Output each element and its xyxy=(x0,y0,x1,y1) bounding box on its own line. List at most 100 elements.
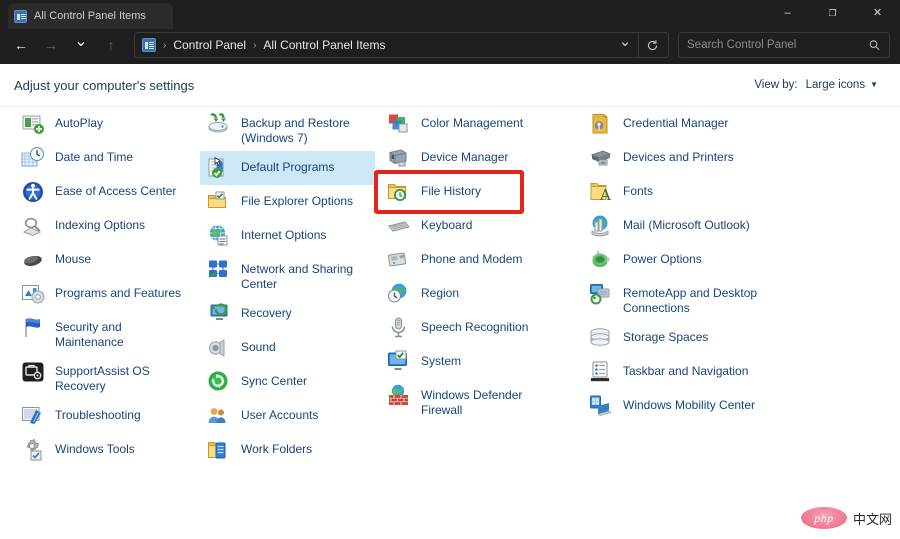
control-panel-item-keyboard[interactable]: Keyboard xyxy=(380,209,575,243)
file-explorer-options-icon xyxy=(207,190,231,214)
control-panel-item-mail-microsoft-outlook[interactable]: Mail (Microsoft Outlook) xyxy=(582,209,812,243)
view-by-value: Large icons xyxy=(805,79,866,91)
view-by-dropdown[interactable]: Large icons ▼ xyxy=(806,79,878,91)
control-panel-item-label: Ease of Access Center xyxy=(55,184,177,198)
back-button[interactable]: ← xyxy=(6,31,36,59)
control-panel-item-system[interactable]: System xyxy=(380,345,575,379)
control-panel-item-label: Region xyxy=(421,286,460,300)
close-icon: ✕ xyxy=(872,6,883,19)
remoteapp-and-desktop-connections-icon xyxy=(589,282,613,306)
search-icon[interactable] xyxy=(868,39,881,52)
windows-mobility-center-icon xyxy=(589,394,613,418)
programs-and-features-icon xyxy=(21,282,45,306)
control-panel-item-taskbar-and-navigation[interactable]: Taskbar and Navigation xyxy=(582,355,812,389)
address-dropdown-button[interactable]: ⌄ xyxy=(612,33,638,57)
control-panel-item-label: Internet Options xyxy=(241,228,327,242)
forward-button[interactable]: → xyxy=(36,31,66,59)
column-1: AutoPlay Date and Time Ease of Access Cent… xyxy=(14,107,199,467)
column-2: Backup and Restore (Windows 7) Default Pr… xyxy=(200,107,375,467)
troubleshooting-icon xyxy=(21,404,45,428)
minimize-button[interactable]: – xyxy=(765,0,810,26)
file-history-icon xyxy=(387,180,411,204)
control-panel-item-label: SupportAssist OS Recovery xyxy=(55,364,150,393)
sound-icon xyxy=(207,336,231,360)
control-panel-item-label: Recovery xyxy=(241,306,292,320)
control-panel-item-label: Security and Maintenance xyxy=(55,320,124,349)
minimize-icon: – xyxy=(784,6,791,19)
refresh-button[interactable] xyxy=(638,33,666,57)
control-panel-item-label: Storage Spaces xyxy=(623,330,709,344)
system-icon xyxy=(387,350,411,374)
power-options-icon xyxy=(589,248,613,272)
back-arrow-icon: ← xyxy=(14,37,28,53)
mail-icon xyxy=(589,214,613,238)
chevron-down-icon: ▼ xyxy=(870,79,878,89)
control-panel-item-devices-and-printers[interactable]: Devices and Printers xyxy=(582,141,812,175)
chevron-down-icon: ⌄ xyxy=(618,33,632,50)
control-panel-item-label: Programs and Features xyxy=(55,286,182,300)
breadcrumb-item-all-control-panel-items[interactable]: All Control Panel Items xyxy=(263,38,385,52)
control-panel-item-label: Windows Tools xyxy=(55,442,135,456)
control-panel-item-indexing-options[interactable]: Indexing Options xyxy=(14,209,199,243)
control-panel-item-label: Devices and Printers xyxy=(623,150,734,164)
control-panel-item-label: Speech Recognition xyxy=(421,320,529,334)
recent-locations-button[interactable]: ⌄ xyxy=(66,31,96,59)
control-panel-item-label: File Explorer Options xyxy=(241,194,354,208)
backup-and-restore-icon xyxy=(207,112,231,136)
control-panel-item-troubleshooting[interactable]: Troubleshooting xyxy=(14,399,199,433)
tab-all-control-panel-items[interactable]: All Control Panel Items xyxy=(8,3,173,29)
control-panel-item-windows-mobility-center[interactable]: Windows Mobility Center xyxy=(582,389,812,423)
control-panel-item-file-explorer-options[interactable]: File Explorer Options xyxy=(200,185,375,219)
control-panel-item-power-options[interactable]: Power Options xyxy=(582,243,812,277)
control-panel-item-color-management[interactable]: Color Management xyxy=(380,107,575,141)
breadcrumb-item-control-panel[interactable]: Control Panel xyxy=(173,38,246,52)
control-panel-item-programs-and-features[interactable]: Programs and Features xyxy=(14,277,199,311)
forward-arrow-icon: → xyxy=(44,37,58,53)
control-panel-item-phone-and-modem[interactable]: Phone and Modem xyxy=(380,243,575,277)
control-panel-item-label: File History xyxy=(421,184,482,198)
breadcrumb-bar[interactable]: › Control Panel › All Control Panel Item… xyxy=(134,32,669,58)
chevron-down-icon: ⌄ xyxy=(74,33,88,50)
control-panel-item-speech-recognition[interactable]: Speech Recognition xyxy=(380,311,575,345)
control-panel-item-file-history[interactable]: File History xyxy=(380,175,575,209)
autoplay-icon xyxy=(21,112,45,136)
control-panel-item-ease-of-access-center[interactable]: Ease of Access Center xyxy=(14,175,199,209)
control-panel-item-windows-tools[interactable]: Windows Tools xyxy=(14,433,199,467)
color-management-icon xyxy=(387,112,411,136)
indexing-options-icon xyxy=(21,214,45,238)
control-panel-item-storage-spaces[interactable]: Storage Spaces xyxy=(582,321,812,355)
control-panel-item-work-folders[interactable]: Work Folders xyxy=(200,433,375,467)
control-panel-item-default-programs[interactable]: Default Programs xyxy=(200,151,375,185)
control-panel-item-recovery[interactable]: Recovery xyxy=(200,297,375,331)
search-box[interactable] xyxy=(678,32,890,58)
control-panel-item-remoteapp-and-desktop-connections[interactable]: RemoteApp and Desktop Connections xyxy=(582,277,812,321)
control-panel-item-supportassist-os-recovery[interactable]: SupportAssist OS Recovery xyxy=(14,355,199,399)
control-panel-item-sync-center[interactable]: Sync Center xyxy=(200,365,375,399)
control-panel-item-sound[interactable]: Sound xyxy=(200,331,375,365)
control-panel-item-network-and-sharing-center[interactable]: Network and Sharing Center xyxy=(200,253,375,297)
control-panel-item-label: Taskbar and Navigation xyxy=(623,364,749,378)
storage-spaces-icon xyxy=(589,326,613,350)
control-panel-item-mouse[interactable]: Mouse xyxy=(14,243,199,277)
control-panel-item-internet-options[interactable]: Internet Options xyxy=(200,219,375,253)
close-button[interactable]: ✕ xyxy=(855,0,900,26)
view-by-control: View by: Large icons ▼ xyxy=(754,79,878,91)
search-input[interactable] xyxy=(687,39,868,51)
control-panel-item-security-and-maintenance[interactable]: Security and Maintenance xyxy=(14,311,199,355)
control-panel-item-fonts[interactable]: A Fonts xyxy=(582,175,812,209)
control-panel-item-device-manager[interactable]: Device Manager xyxy=(380,141,575,175)
control-panel-item-user-accounts[interactable]: User Accounts xyxy=(200,399,375,433)
control-panel-item-backup-and-restore-windows-7[interactable]: Backup and Restore (Windows 7) xyxy=(200,107,375,151)
control-panel-item-autoplay[interactable]: AutoPlay xyxy=(14,107,199,141)
control-panel-item-region[interactable]: Region xyxy=(380,277,575,311)
maximize-button[interactable]: ❐ xyxy=(810,0,855,26)
control-panel-item-date-and-time[interactable]: Date and Time xyxy=(14,141,199,175)
address-bar-row: ← → ⌄ ↑ › Control Panel › All Control Pa… xyxy=(0,26,900,64)
control-panel-item-windows-defender-firewall[interactable]: Windows Defender Firewall xyxy=(380,379,575,423)
control-panel-item-label: Keyboard xyxy=(421,218,473,232)
region-icon xyxy=(387,282,411,306)
control-panel-item-credential-manager[interactable]: Credential Manager xyxy=(582,107,812,141)
control-panel-item-label: Mail (Microsoft Outlook) xyxy=(623,218,750,232)
mouse-icon xyxy=(21,248,45,272)
up-button[interactable]: ↑ xyxy=(96,31,126,59)
